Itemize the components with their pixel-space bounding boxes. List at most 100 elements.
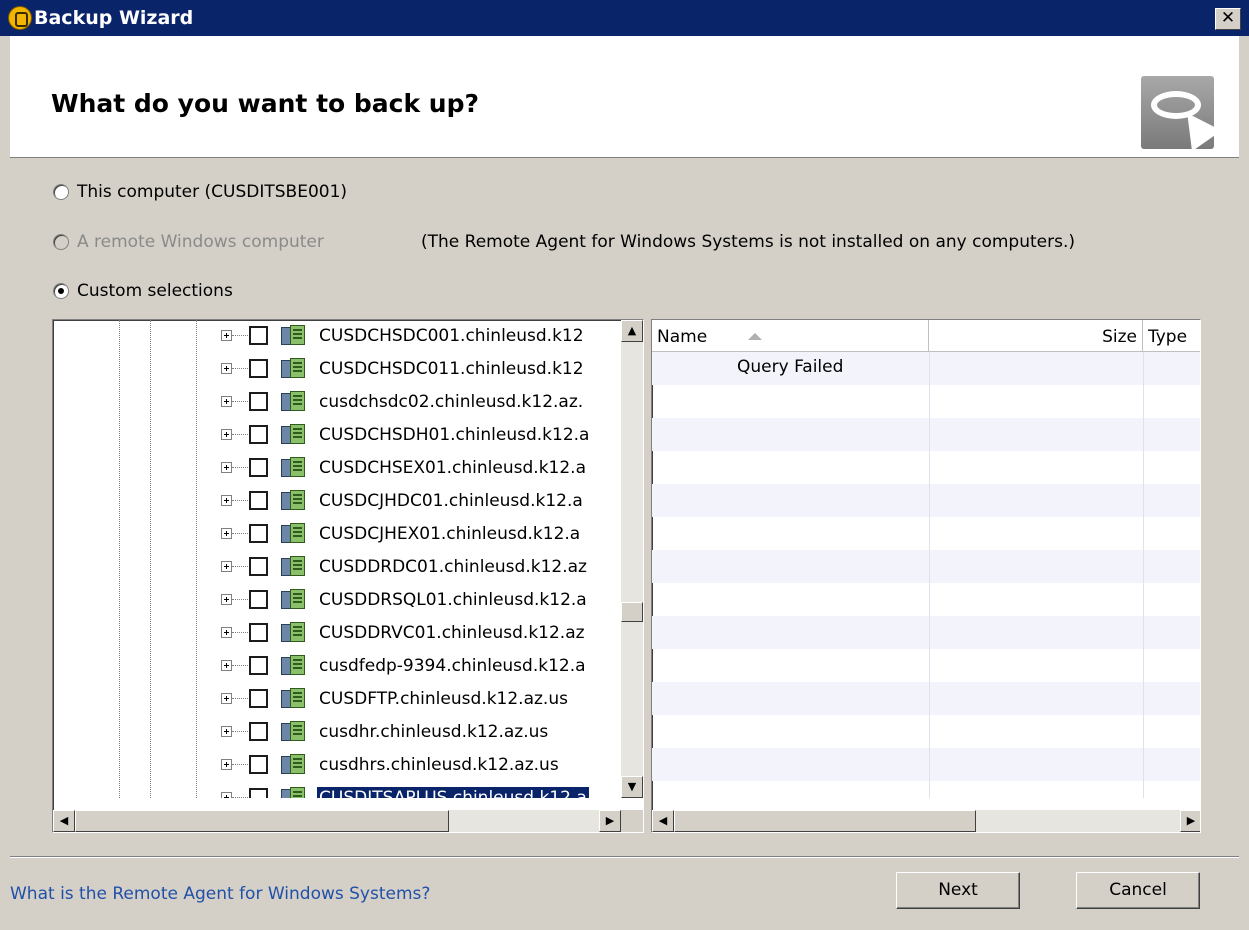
column-header-name[interactable]: Name bbox=[652, 320, 929, 352]
tree-node[interactable]: CUSDCHSDC011.chinleusd.k12 bbox=[53, 353, 621, 385]
tree-node-label[interactable]: CUSDFTP.chinleusd.k12.az.us bbox=[317, 688, 570, 710]
tree-node[interactable]: CUSDFTP.chinleusd.k12.az.us bbox=[53, 683, 621, 715]
node-checkbox[interactable] bbox=[249, 722, 268, 741]
scroll-down-icon[interactable]: ▼ bbox=[621, 776, 643, 798]
scroll-right-icon[interactable]: ▶ bbox=[599, 810, 621, 832]
tree-node-label[interactable]: CUSDDRDC01.chinleusd.k12.az bbox=[317, 556, 589, 578]
tree-node-label[interactable]: CUSDCHSDC001.chinleusd.k12 bbox=[317, 325, 586, 347]
expand-plus-icon[interactable] bbox=[221, 627, 232, 638]
node-checkbox[interactable] bbox=[249, 425, 268, 444]
scroll-left-icon[interactable]: ◀ bbox=[53, 810, 75, 832]
node-checkbox[interactable] bbox=[249, 524, 268, 543]
expand-plus-icon[interactable] bbox=[221, 759, 232, 770]
node-checkbox[interactable] bbox=[249, 458, 268, 477]
cancel-button[interactable]: Cancel bbox=[1076, 872, 1200, 909]
tree-node[interactable]: CUSDDRSQL01.chinleusd.k12.a bbox=[53, 584, 621, 616]
tree-node-label[interactable]: cusdhrs.chinleusd.k12.az.us bbox=[317, 754, 561, 776]
column-header-size[interactable]: Size bbox=[929, 320, 1143, 352]
scroll-right-icon[interactable]: ▶ bbox=[1180, 810, 1200, 832]
tree-node[interactable]: CUSDCHSDC001.chinleusd.k12 bbox=[53, 320, 621, 352]
node-checkbox[interactable] bbox=[249, 623, 268, 642]
tree-node[interactable]: cusdchsdc02.chinleusd.k12.az. bbox=[53, 386, 621, 418]
list-hscroll-thumb[interactable] bbox=[674, 810, 976, 832]
tree-node[interactable]: CUSDCJHEX01.chinleusd.k12.a bbox=[53, 518, 621, 550]
tree-node[interactable]: CUSDCHSDH01.chinleusd.k12.a bbox=[53, 419, 621, 451]
node-checkbox[interactable] bbox=[249, 689, 268, 708]
expand-plus-icon[interactable] bbox=[221, 462, 232, 473]
tree-node-label[interactable]: CUSDCHSDC011.chinleusd.k12 bbox=[317, 358, 586, 380]
node-checkbox[interactable] bbox=[249, 755, 268, 774]
expand-plus-icon[interactable] bbox=[221, 429, 232, 440]
server-icon bbox=[281, 457, 309, 479]
tree-node-label[interactable]: cusdfedp-9394.chinleusd.k12.a bbox=[317, 655, 588, 677]
tree-hscroll-thumb[interactable] bbox=[75, 810, 449, 832]
tree-node[interactable]: CUSDCHSEX01.chinleusd.k12.a bbox=[53, 452, 621, 484]
tree-node[interactable]: cusdhrs.chinleusd.k12.az.us bbox=[53, 749, 621, 781]
details-list[interactable]: Query Failed Name Size Type ◀ ▶ bbox=[651, 319, 1201, 833]
custom-selections-radio[interactable] bbox=[53, 283, 69, 299]
tree-horizontal-scrollbar[interactable]: ◀ ▶ bbox=[53, 810, 621, 832]
expand-plus-icon[interactable] bbox=[221, 561, 232, 572]
selection-tree[interactable]: CUSDCHSDC001.chinleusd.k12 CUSDCHSDC011.c… bbox=[52, 319, 644, 833]
node-checkbox[interactable] bbox=[249, 788, 268, 798]
node-checkbox[interactable] bbox=[249, 392, 268, 411]
tree-node-label[interactable]: CUSDCJHEX01.chinleusd.k12.a bbox=[317, 523, 582, 545]
expand-plus-icon[interactable] bbox=[221, 792, 232, 798]
next-button[interactable]: Next bbox=[896, 872, 1020, 909]
tree-node-label[interactable]: CUSDDRSQL01.chinleusd.k12.a bbox=[317, 589, 589, 611]
server-icon bbox=[281, 424, 309, 446]
server-icon bbox=[281, 688, 309, 710]
node-checkbox[interactable] bbox=[249, 359, 268, 378]
expand-plus-icon[interactable] bbox=[221, 330, 232, 341]
this-computer-label: This computer (CUSDITSBE001) bbox=[77, 182, 348, 202]
server-icon bbox=[281, 490, 309, 512]
expand-plus-icon[interactable] bbox=[221, 363, 232, 374]
expand-plus-icon[interactable] bbox=[221, 528, 232, 539]
option-this-computer[interactable]: This computer (CUSDITSBE001) bbox=[53, 182, 347, 202]
node-checkbox[interactable] bbox=[249, 557, 268, 576]
scroll-left-icon[interactable]: ◀ bbox=[652, 810, 674, 832]
tree-node[interactable]: CUSDDRVC01.chinleusd.k12.az bbox=[53, 617, 621, 649]
tree-node-label[interactable]: CUSDDRVC01.chinleusd.k12.az bbox=[317, 622, 587, 644]
tree-node[interactable]: CUSDCJHDC01.chinleusd.k12.a bbox=[53, 485, 621, 517]
expand-plus-icon[interactable] bbox=[221, 660, 232, 671]
tree-node-label[interactable]: cusdchsdc02.chinleusd.k12.az. bbox=[317, 391, 585, 413]
remote-computer-radio bbox=[53, 234, 69, 250]
expand-plus-icon[interactable] bbox=[221, 693, 232, 704]
server-icon bbox=[281, 754, 309, 776]
tree-node[interactable]: cusdfedp-9394.chinleusd.k12.a bbox=[53, 650, 621, 682]
tree-node-label[interactable]: CUSDCHSEX01.chinleusd.k12.a bbox=[317, 457, 588, 479]
tree-scroll-thumb[interactable] bbox=[621, 602, 643, 622]
node-checkbox[interactable] bbox=[249, 590, 268, 609]
tree-node-label[interactable]: cusdhr.chinleusd.k12.az.us bbox=[317, 721, 550, 743]
server-icon bbox=[281, 721, 309, 743]
column-header-type[interactable]: Type bbox=[1143, 320, 1200, 352]
window-title: Backup Wizard bbox=[34, 7, 194, 29]
scroll-up-icon[interactable]: ▲ bbox=[621, 320, 643, 342]
tree-node[interactable]: CUSDITSAPLUS.chinleusd.k12.a bbox=[53, 782, 621, 798]
node-checkbox[interactable] bbox=[249, 491, 268, 510]
list-row[interactable]: Query Failed bbox=[652, 352, 1200, 385]
expand-plus-icon[interactable] bbox=[221, 495, 232, 506]
server-icon bbox=[281, 589, 309, 611]
remote-agent-help-link[interactable]: What is the Remote Agent for Windows Sys… bbox=[10, 884, 430, 904]
expand-plus-icon[interactable] bbox=[221, 396, 232, 407]
this-computer-radio[interactable] bbox=[53, 184, 69, 200]
option-custom-selections[interactable]: Custom selections bbox=[53, 281, 233, 301]
tree-node[interactable]: cusdhr.chinleusd.k12.az.us bbox=[53, 716, 621, 748]
tree-node-label[interactable]: CUSDCHSDH01.chinleusd.k12.a bbox=[317, 424, 591, 446]
server-icon bbox=[281, 325, 309, 347]
tree-node-label[interactable]: CUSDCJHDC01.chinleusd.k12.a bbox=[317, 490, 585, 512]
tree-vertical-scrollbar[interactable]: ▲ ▼ bbox=[621, 320, 643, 798]
tree-node-label[interactable]: CUSDITSAPLUS.chinleusd.k12.a bbox=[317, 787, 589, 798]
expand-plus-icon[interactable] bbox=[221, 594, 232, 605]
server-icon bbox=[281, 358, 309, 380]
node-checkbox[interactable] bbox=[249, 326, 268, 345]
tree-node[interactable]: CUSDDRDC01.chinleusd.k12.az bbox=[53, 551, 621, 583]
close-button[interactable]: ✕ bbox=[1215, 8, 1241, 30]
node-checkbox[interactable] bbox=[249, 656, 268, 675]
server-icon bbox=[281, 655, 309, 677]
list-horizontal-scrollbar[interactable]: ◀ ▶ bbox=[652, 810, 1200, 832]
expand-plus-icon[interactable] bbox=[221, 726, 232, 737]
tree-content: CUSDCHSDC001.chinleusd.k12 CUSDCHSDC011.c… bbox=[53, 320, 621, 798]
